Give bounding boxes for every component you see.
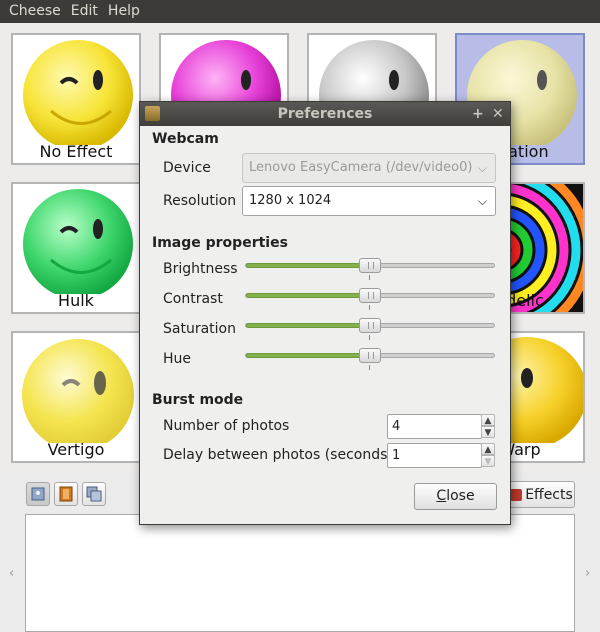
smiley-yellow-icon bbox=[23, 40, 133, 145]
effect-label: No Effect bbox=[39, 142, 113, 161]
delay-input[interactable]: 1 bbox=[387, 443, 482, 468]
device-combo: Lenovo EasyCamera (/dev/video0) ⌵ bbox=[242, 153, 496, 183]
close-icon[interactable]: ✕ bbox=[492, 102, 504, 126]
decrement-icon[interactable]: ▼ bbox=[481, 426, 495, 438]
slider-handle[interactable] bbox=[359, 258, 381, 273]
video-mode-button[interactable] bbox=[54, 482, 78, 506]
film-icon bbox=[59, 486, 73, 502]
scroll-left-icon[interactable]: ‹ bbox=[9, 566, 14, 581]
delay-label: Delay between photos (seconds) bbox=[163, 447, 393, 463]
maximize-icon[interactable]: + bbox=[472, 102, 484, 126]
saturation-slider[interactable] bbox=[245, 318, 495, 333]
contrast-slider[interactable] bbox=[245, 288, 495, 303]
decrement-icon: ▼ bbox=[481, 455, 495, 467]
number-of-photos-stepper: ▲ ▼ bbox=[481, 414, 495, 439]
close-button-label: lose bbox=[446, 488, 475, 504]
close-accel: C bbox=[436, 488, 447, 504]
resolution-value: 1280 x 1024 bbox=[249, 193, 332, 208]
image-properties-heading: Image properties bbox=[152, 235, 288, 251]
increment-icon[interactable]: ▲ bbox=[481, 443, 495, 455]
photo-mode-button[interactable] bbox=[26, 482, 50, 506]
contrast-label: Contrast bbox=[163, 291, 223, 307]
dialog-title: Preferences bbox=[277, 106, 373, 122]
scroll-right-icon[interactable]: › bbox=[585, 566, 590, 581]
close-button[interactable]: Close bbox=[414, 483, 497, 510]
hue-slider[interactable] bbox=[245, 348, 495, 363]
device-value: Lenovo EasyCamera (/dev/video0) bbox=[249, 160, 473, 175]
chevron-down-icon: ⌵ bbox=[477, 161, 487, 175]
burst-mode-heading: Burst mode bbox=[152, 392, 244, 408]
effect-label: Vertigo bbox=[47, 440, 105, 459]
delay-stepper: ▲ ▼ bbox=[481, 443, 495, 468]
slider-handle[interactable] bbox=[359, 288, 381, 303]
brightness-label: Brightness bbox=[163, 261, 238, 277]
slider-fill bbox=[246, 353, 370, 358]
effect-label: Hulk bbox=[58, 291, 94, 310]
slider-fill bbox=[246, 263, 370, 268]
resolution-combo[interactable]: 1280 x 1024 ⌵ bbox=[242, 186, 496, 216]
burst-icon bbox=[86, 486, 102, 502]
number-of-photos-input[interactable]: 4 bbox=[387, 414, 482, 439]
dialog-titlebar[interactable]: Preferences + ✕ bbox=[140, 102, 510, 126]
burst-mode-button[interactable] bbox=[82, 482, 106, 506]
slider-tick bbox=[369, 365, 370, 370]
photo-icon bbox=[31, 487, 45, 501]
webcam-heading: Webcam bbox=[152, 131, 219, 147]
resolution-label: Resolution bbox=[163, 193, 237, 209]
slider-fill bbox=[246, 293, 370, 298]
slider-fill bbox=[246, 323, 370, 328]
menu-edit[interactable]: Edit bbox=[66, 0, 103, 23]
chevron-down-icon: ⌵ bbox=[477, 194, 487, 208]
slider-tick bbox=[369, 305, 370, 310]
smiley-green-icon bbox=[23, 189, 133, 294]
effects-button-label: Effects bbox=[525, 486, 573, 503]
effects-icon bbox=[510, 488, 523, 501]
slider-handle[interactable] bbox=[359, 318, 381, 333]
menu-cheese[interactable]: Cheese bbox=[4, 0, 66, 23]
smiley-blur-icon bbox=[22, 339, 134, 443]
menu-help[interactable]: Help bbox=[103, 0, 145, 23]
number-of-photos-label: Number of photos bbox=[163, 418, 290, 434]
saturation-label: Saturation bbox=[163, 321, 236, 337]
brightness-slider[interactable] bbox=[245, 258, 495, 273]
thumbnail-strip[interactable] bbox=[25, 514, 575, 632]
slider-tick bbox=[369, 275, 370, 280]
slider-handle[interactable] bbox=[359, 348, 381, 363]
device-label: Device bbox=[163, 160, 211, 176]
effect-tile-hulk[interactable]: Hulk bbox=[11, 182, 141, 314]
effects-button[interactable]: Effects bbox=[508, 481, 575, 508]
effect-tile-no-effect[interactable]: No Effect bbox=[11, 33, 141, 165]
effect-tile-vertigo[interactable]: Vertigo bbox=[11, 331, 141, 463]
menu-bar: Cheese Edit Help bbox=[0, 0, 600, 23]
slider-tick bbox=[369, 335, 370, 340]
increment-icon[interactable]: ▲ bbox=[481, 414, 495, 426]
hue-label: Hue bbox=[163, 351, 192, 367]
